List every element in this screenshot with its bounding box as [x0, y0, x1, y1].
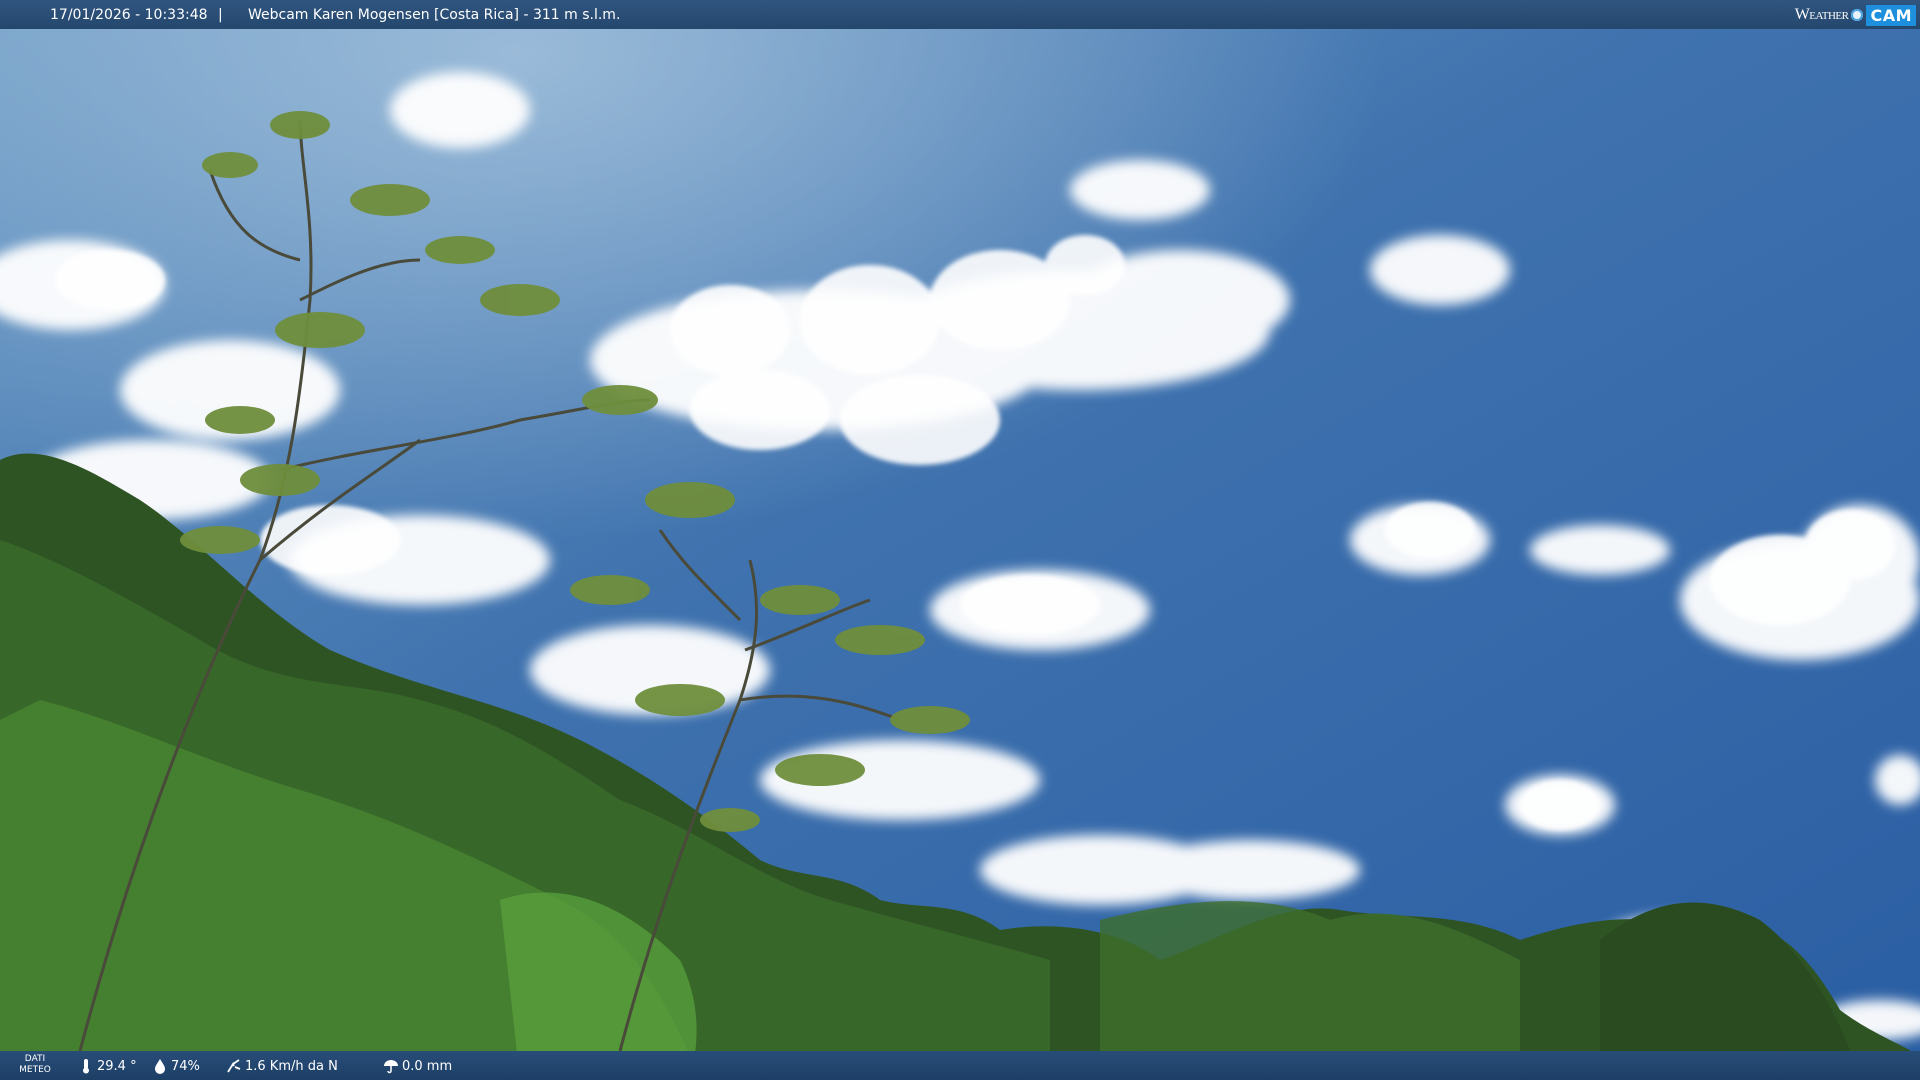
rain-value: 0.0 mm — [402, 1058, 453, 1074]
rain-icon — [384, 1060, 398, 1074]
camera-title: Webcam Karen Mogensen [Costa Rica] - 311… — [248, 7, 621, 23]
logo-word: Weather — [1794, 6, 1849, 23]
webcam-image — [0, 0, 1920, 1080]
logo-cam: CAM — [1866, 4, 1916, 26]
weather-data-bar: DATI METEO 29.4 ° 74% 1.6 Km/h da N 0.0 … — [0, 1051, 1920, 1080]
humidity-drop-icon — [155, 1059, 165, 1074]
humidity-value: 74% — [171, 1058, 200, 1074]
humidity-item: 74% — [152, 1058, 200, 1074]
sky-landscape — [0, 0, 1920, 1080]
temperature-value: 29.4 ° — [97, 1058, 137, 1074]
rain-item: 0.0 mm — [383, 1058, 452, 1074]
timestamp: 17/01/2026 - 10:33:48 — [50, 7, 208, 23]
thermometer-icon — [83, 1059, 89, 1074]
wind-value: 1.6 Km/h da N — [245, 1058, 338, 1074]
wind-item: 1.6 Km/h da N — [226, 1058, 338, 1074]
logo-globe-icon — [1851, 9, 1864, 21]
wind-icon — [227, 1059, 241, 1073]
separator: | — [218, 7, 223, 23]
weather-data-label: DATI METEO — [19, 1054, 51, 1075]
weathercam-logo[interactable]: Weather CAM — [1795, 3, 1916, 27]
top-info-bar: 17/01/2026 - 10:33:48 | Webcam Karen Mog… — [0, 0, 1920, 29]
temperature-item: 29.4 ° — [78, 1058, 137, 1074]
